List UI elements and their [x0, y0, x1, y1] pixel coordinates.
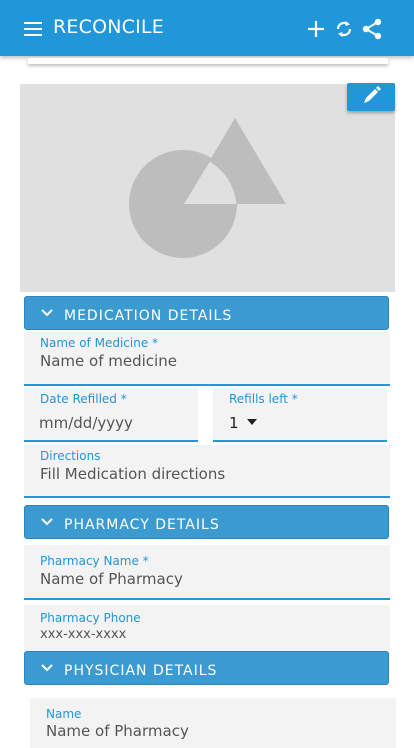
field-label: Name — [46, 707, 82, 721]
pharmacy-phone-field[interactable]: Pharmacy Phone xxx-xxx-xxxx — [24, 605, 390, 655]
chevron-down-icon — [41, 664, 53, 672]
field-label: Name of Medicine * — [40, 336, 159, 350]
select-value: 1 — [229, 414, 239, 432]
physician-name-field[interactable]: Name Name of Pharmacy — [30, 698, 396, 748]
refills-left-select[interactable]: Refills left * 1 — [213, 388, 387, 442]
field-label: Pharmacy Phone — [40, 611, 141, 625]
app-bar: RECONCILE — [0, 0, 414, 56]
field-label: Directions — [40, 449, 101, 463]
pencil-icon — [364, 86, 381, 103]
divider-shadow — [28, 58, 388, 64]
section-medication-details[interactable]: MEDICATION DETAILS — [24, 296, 389, 330]
menu-icon[interactable] — [24, 22, 42, 36]
edit-image-button[interactable] — [347, 83, 395, 111]
field-placeholder: Fill Medication directions — [40, 465, 226, 483]
pharmacy-name-field[interactable]: Pharmacy Name * Name of Pharmacy — [24, 545, 390, 600]
field-placeholder: Name of medicine — [40, 352, 177, 370]
page-title: RECONCILE — [53, 16, 164, 38]
field-placeholder: mm/dd/yyyy — [39, 414, 133, 432]
section-label: PHYSICIAN DETAILS — [64, 663, 218, 679]
chevron-down-icon — [41, 309, 53, 317]
field-placeholder: Name of Pharmacy — [40, 570, 183, 588]
section-label: PHARMACY DETAILS — [64, 517, 220, 533]
dropdown-arrow-icon — [247, 419, 257, 425]
section-physician-details[interactable]: PHYSICIAN DETAILS — [24, 651, 389, 685]
section-pharmacy-details[interactable]: PHARMACY DETAILS — [24, 505, 389, 539]
field-label: Date Refilled * — [40, 392, 127, 406]
image-placeholder-icon — [129, 118, 286, 258]
share-icon[interactable] — [361, 18, 383, 40]
chevron-down-icon — [41, 518, 53, 526]
field-label: Pharmacy Name * — [40, 554, 149, 568]
section-label: MEDICATION DETAILS — [64, 308, 233, 324]
medicine-name-field[interactable]: Name of Medicine * Name of medicine — [24, 332, 390, 386]
field-placeholder: xxx-xxx-xxxx — [40, 627, 127, 642]
medicine-image-placeholder[interactable] — [20, 84, 395, 292]
add-icon[interactable] — [305, 18, 327, 40]
date-refilled-field[interactable]: Date Refilled * mm/dd/yyyy — [24, 388, 198, 442]
field-label: Refills left * — [229, 392, 298, 406]
directions-field[interactable]: Directions Fill Medication directions — [24, 445, 390, 498]
sync-icon[interactable] — [333, 18, 355, 40]
field-placeholder: Name of Pharmacy — [46, 722, 189, 740]
